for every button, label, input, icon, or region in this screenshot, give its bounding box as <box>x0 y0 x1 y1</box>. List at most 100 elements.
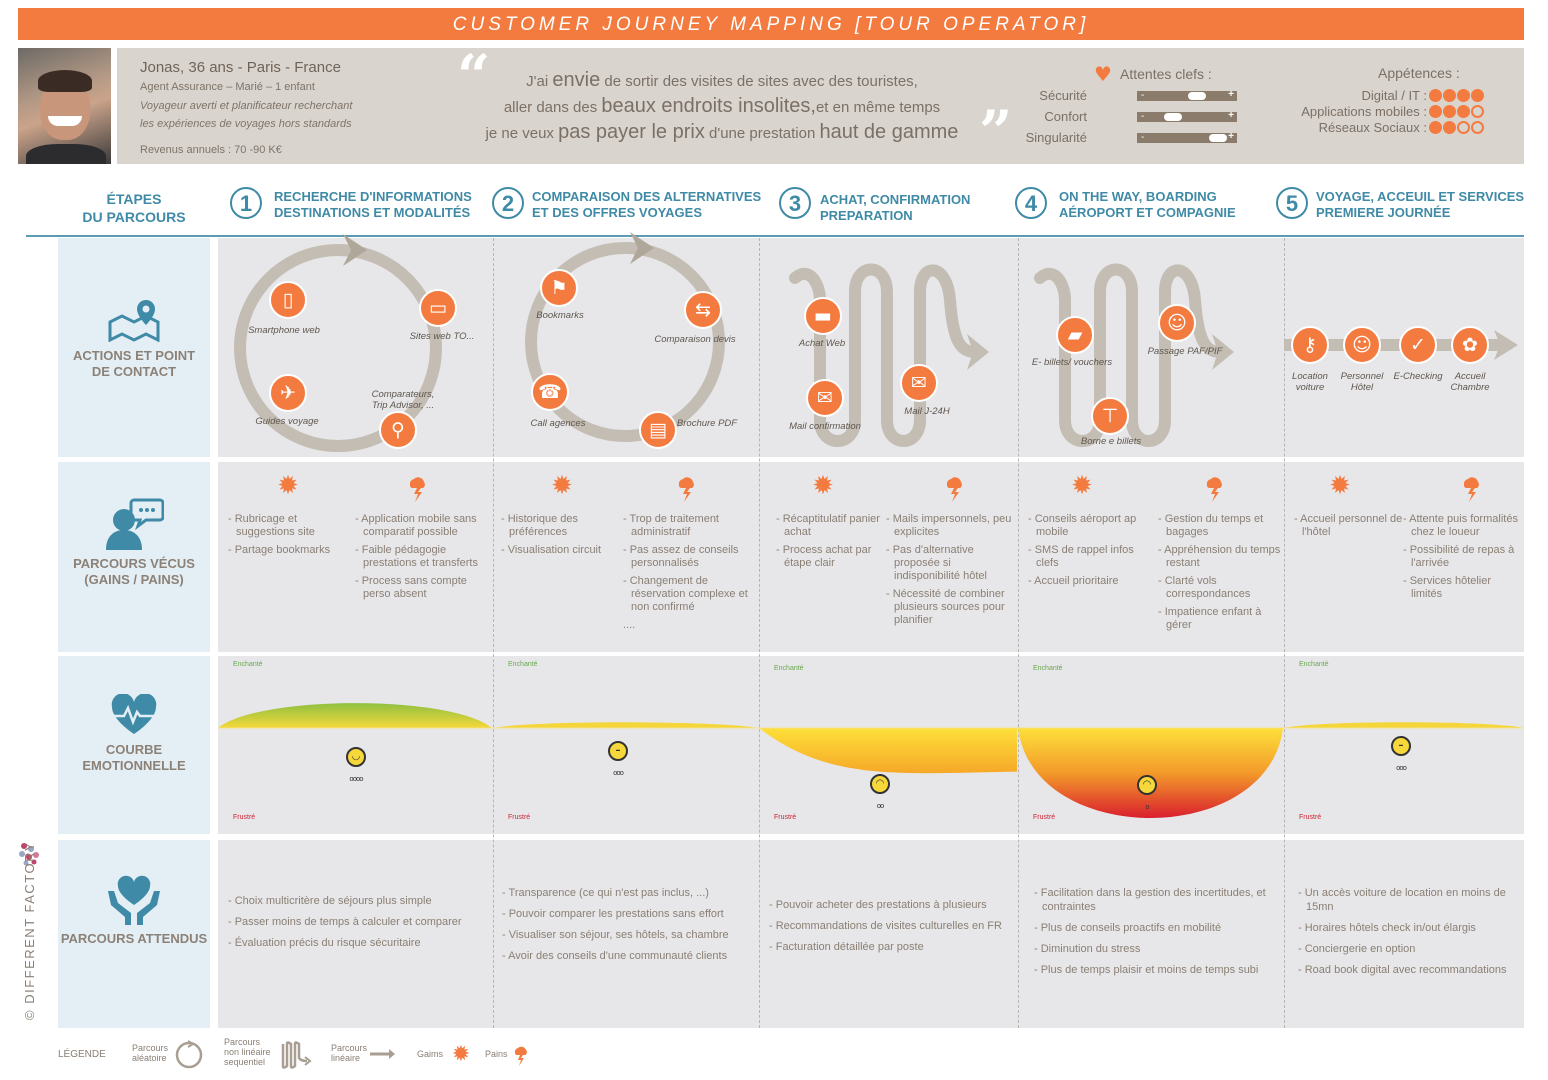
emotion-rating-dots: ooo <box>613 769 624 777</box>
pdf-icon[interactable]: ▤ <box>639 411 677 449</box>
emotion-bottom-label: Frustré <box>508 814 531 821</box>
sun-icon: ✹ <box>1329 471 1351 501</box>
legend-text: non linéaire <box>224 1047 271 1057</box>
touchpoint-label: Comparaison devis <box>654 334 736 345</box>
emotion-curve-segment <box>1018 728 1283 818</box>
legend-sequential-label: Parcours non linéaire sequentiel <box>224 1037 271 1067</box>
smartphone-icon[interactable]: ▯ <box>269 281 307 319</box>
emotion-bottom-label: Frustré <box>1033 814 1056 821</box>
touchpoint-label: Borne e billets <box>1080 436 1142 447</box>
touchpoint-label: Achat Web <box>798 338 846 349</box>
gains-list: - Conseils aéroport ap mobile - SMS de ra… <box>1028 513 1150 593</box>
monitor-icon[interactable]: ▭ <box>419 289 457 327</box>
attendu-item: - Recommandations de visites culturelles… <box>769 920 1002 932</box>
pains-list: - Trop de traitement administratif - Pas … <box>623 513 751 637</box>
attendu-item: - Pouvoir comparer les prestations sans … <box>502 908 724 920</box>
attendu-item: - Facilitation dans la gestion des incer… <box>1034 887 1266 913</box>
pain-item: - Changement de réservation complexe et … <box>623 575 748 613</box>
pain-item: - Attente puis formalités chez le loueur <box>1403 513 1518 538</box>
attendu-item: - Plus de temps plaisir et moins de temp… <box>1034 964 1259 976</box>
storm-icon <box>1463 477 1479 502</box>
pain-item: - Pas d'alternative proposée si indispon… <box>886 544 987 582</box>
search-icon[interactable]: ⚲ <box>379 411 417 449</box>
emotion-bottom-label: Frustré <box>1299 814 1322 821</box>
emotion-top-label: Enchanté <box>233 661 263 668</box>
touchpoint-label: Accueil Chambre <box>1450 371 1490 393</box>
touchpoint-label: Passage PAF/PIF <box>1147 346 1223 357</box>
car-key-icon[interactable]: ⚷ <box>1291 326 1329 364</box>
credit-card-icon[interactable]: ▬ <box>804 297 842 335</box>
emotion-curve-segment <box>1284 722 1524 728</box>
officer-icon[interactable]: ☺ <box>1158 304 1196 342</box>
brand-copyright: © DIFFERENT FACTORY <box>22 841 37 1020</box>
attendu-item: - Pouvoir acheter des prestations à plus… <box>769 899 987 911</box>
legend-title: LÉGENDE <box>58 1049 106 1060</box>
welcome-icon[interactable]: ✿ <box>1451 326 1489 364</box>
location-pin-icon[interactable]: ⚑ <box>540 269 578 307</box>
touchpoint-label: Location voiture <box>1292 371 1328 393</box>
touchpoint-label: Bookmarks <box>536 310 584 321</box>
touchpoint-label: E- billets/ vouchers <box>1031 357 1113 368</box>
pain-item: - Services hôtelier limités <box>1403 575 1492 600</box>
pains-list: - Gestion du temps et bagages - Appréhens… <box>1158 513 1286 637</box>
pain-item: - Possibilité de repas à l'arrivée <box>1403 544 1515 569</box>
gain-item: - Récaptitulatif panier achat <box>776 513 880 538</box>
gains-list: - Rubricage et suggestions site - Partage… <box>228 513 350 562</box>
emotion-rating-dots: o <box>1145 803 1149 811</box>
sun-icon: ✹ <box>1071 471 1093 501</box>
touchpoint-label: Mail confirmation <box>789 421 861 432</box>
emotion-curve-segment <box>759 728 1017 774</box>
mobile-check-icon[interactable]: ✓ <box>1399 326 1437 364</box>
legend-text: Parcours <box>224 1037 261 1047</box>
attendu-item: - Un accès voiture de location en moins … <box>1298 887 1506 913</box>
emotion-top-label: Enchanté <box>774 665 804 672</box>
touchpoint-label: E-Checking <box>1393 371 1443 382</box>
attendu-item: - Passer moins de temps à calculer et co… <box>228 916 462 928</box>
emotion-bottom-label: Frustré <box>774 814 797 821</box>
pain-item: - Process sans compte perso absent <box>355 575 467 600</box>
attendus-list: - Choix multicritère de séjours plus sim… <box>228 894 484 957</box>
attendus-list: - Un accès voiture de location en moins … <box>1298 886 1516 984</box>
emotion-rating-dots: oooo <box>349 775 363 783</box>
gain-item: - SMS de rappel infos clefs <box>1028 544 1134 569</box>
compare-icon[interactable]: ⇆ <box>684 291 722 329</box>
emotion-top-label: Enchanté <box>1033 665 1063 672</box>
legend-text: linéaire <box>331 1053 361 1063</box>
mail-clock-icon[interactable]: ✉ <box>900 364 938 402</box>
pain-item: .... <box>623 619 636 631</box>
attendus-list: - Facilitation dans la gestion des incer… <box>1034 886 1275 984</box>
touchpoint-label: Brochure PDF <box>676 418 738 429</box>
smiley-happy-icon: ◡ <box>346 747 366 767</box>
emotion-curve-segment <box>218 703 492 728</box>
gains-list: - Historique des préférences - Visualisat… <box>501 513 623 562</box>
pains-list: - Mails impersonnels, peu explicites - Pa… <box>886 513 1014 632</box>
attendu-item: - Horaires hôtels check in/out élargis <box>1298 922 1476 934</box>
attendu-item: - Avoir des conseils d'une communauté cl… <box>502 950 728 962</box>
sun-icon: ✹ <box>551 471 573 501</box>
attendu-item: - Conciergerie en option <box>1298 943 1416 955</box>
legend-gains-label: Gaims <box>417 1049 444 1059</box>
pain-item: - Clarté vols correspondances <box>1158 575 1251 600</box>
gain-item: - Historique des préférences <box>501 513 579 538</box>
staff-icon[interactable]: ☺ <box>1343 326 1381 364</box>
gain-item: - Process achat par étape clair <box>776 544 872 569</box>
gain-item: - Accueil prioritaire <box>1028 575 1119 587</box>
storm-icon <box>946 477 962 502</box>
map-icon[interactable]: ✈ <box>269 374 307 412</box>
sun-icon: ✹ <box>451 1042 471 1067</box>
touchpoint-label: Comparateurs, Trip Advisor, ... <box>371 389 435 411</box>
kiosk-icon[interactable]: ⊤ <box>1091 397 1129 435</box>
attendu-item: - Road book digital avec recommandations <box>1298 964 1507 976</box>
pain-item: - Impatience enfant à gérer <box>1158 606 1262 631</box>
emotion-bottom-label: Frustré <box>233 814 256 821</box>
pains-list: - Application mobile sans comparatif pos… <box>355 513 483 606</box>
mail-alert-icon[interactable]: ✉ <box>806 379 844 417</box>
emotion-top-label: Enchanté <box>1299 661 1329 668</box>
pain-item: - Nécessité de combiner plusieurs source… <box>886 588 1005 626</box>
attendu-item: - Visualiser son séjour, ses hôtels, sa … <box>502 929 729 941</box>
pain-item: - Faible pédagogie prestations et transf… <box>355 544 478 569</box>
emotion-top-label: Enchanté <box>508 661 538 668</box>
tickets-icon[interactable]: ▰ <box>1056 316 1094 354</box>
attendu-item: - Transparence (ce qui n'est pas inclus,… <box>502 887 709 899</box>
phone-icon[interactable]: ☎ <box>531 373 569 411</box>
